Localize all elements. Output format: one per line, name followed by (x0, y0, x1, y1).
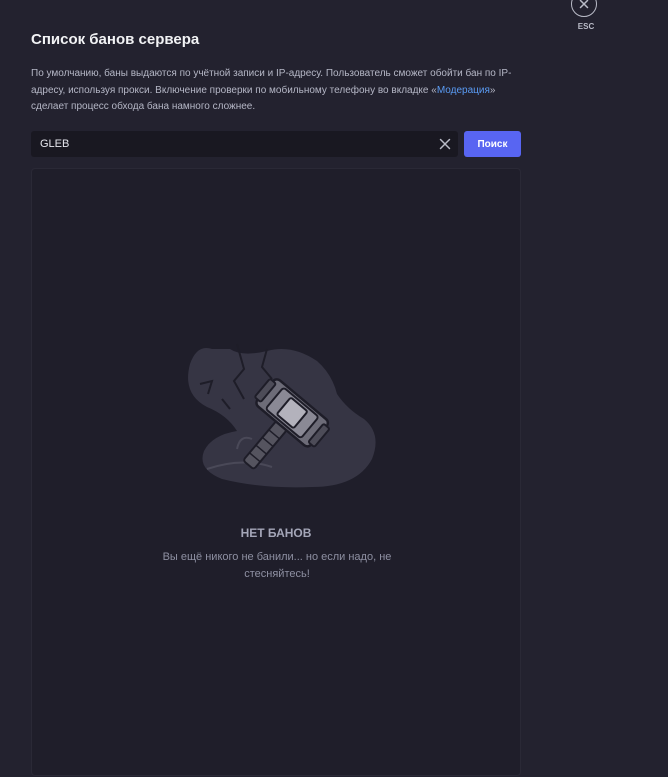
ban-list-settings-page: Список банов сервера По умолчанию, баны … (0, 0, 668, 777)
search-row: Поиск (31, 131, 521, 157)
close-button[interactable] (571, 0, 597, 17)
close-icon (439, 138, 451, 150)
clear-search-button[interactable] (436, 135, 454, 153)
esc-label: ESC (577, 22, 595, 31)
page-description: По умолчанию, баны выдаются по учётной з… (31, 66, 526, 116)
ban-hammer-illustration (188, 343, 376, 488)
search-input[interactable] (31, 131, 426, 157)
close-icon (579, 0, 589, 9)
page-title: Список банов сервера (31, 31, 200, 48)
bans-results-panel: НЕТ БАНОВ Вы ещё никого не банили... но … (31, 168, 521, 776)
search-button[interactable]: Поиск (464, 131, 521, 157)
moderation-link[interactable]: Модерация (437, 85, 490, 96)
search-box (31, 131, 458, 157)
close-modal[interactable]: ESC (571, 0, 601, 36)
empty-state-description: Вы ещё никого не банили... но если надо,… (162, 551, 392, 580)
empty-state-title: НЕТ БАНОВ (240, 526, 312, 540)
